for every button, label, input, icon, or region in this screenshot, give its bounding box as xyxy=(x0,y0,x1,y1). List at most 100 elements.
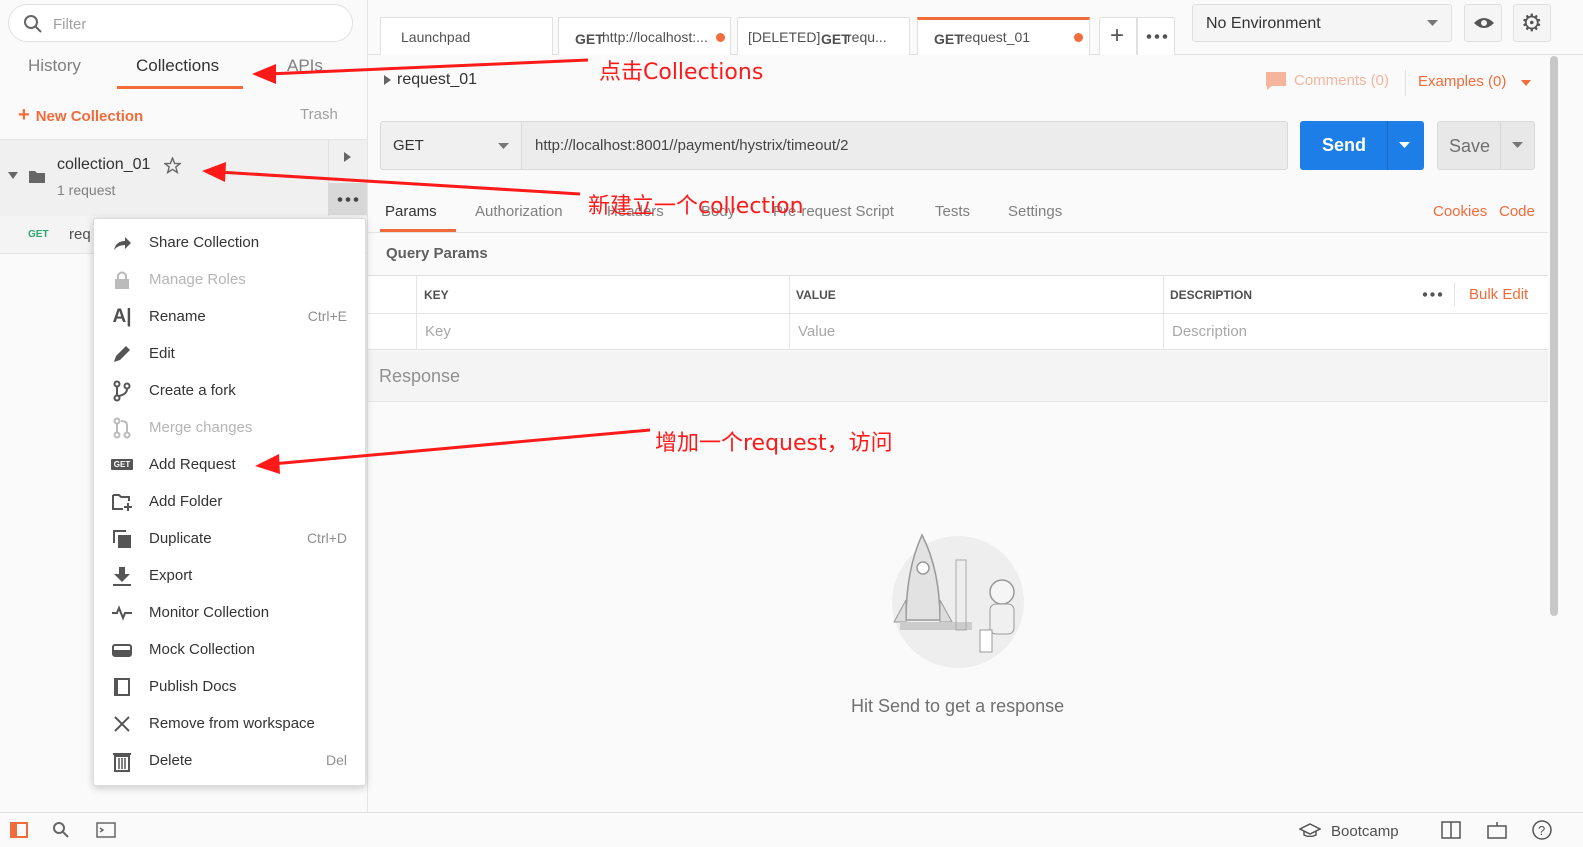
menu-item-label: Remove from workspace xyxy=(149,715,315,732)
svg-text:?: ? xyxy=(1538,823,1545,838)
code-link[interactable]: Code xyxy=(1499,203,1535,220)
tab-apis[interactable]: APIs xyxy=(287,56,323,76)
environment-select[interactable]: No Environment xyxy=(1192,4,1452,42)
active-subtab-indicator xyxy=(380,229,456,232)
help-icon[interactable]: ? xyxy=(1532,820,1552,840)
plus-icon: + xyxy=(1110,22,1125,49)
star-icon[interactable] xyxy=(164,157,181,174)
more-icon xyxy=(337,197,359,202)
menu-item-label: Publish Docs xyxy=(149,678,237,695)
rename-icon: A| xyxy=(112,306,132,327)
menu-item-remove-from-workspace[interactable]: Remove from workspace xyxy=(94,705,365,742)
chevron-down-icon[interactable] xyxy=(1399,142,1410,149)
bulk-edit-link[interactable]: Bulk Edit xyxy=(1469,286,1528,303)
collection-item[interactable]: collection_01 1 request xyxy=(0,140,367,216)
plus-icon: + xyxy=(18,104,30,126)
menu-item-edit[interactable]: Edit xyxy=(94,335,365,372)
menu-item-duplicate[interactable]: Duplicate Ctrl+D xyxy=(94,520,365,557)
tab-options-button[interactable] xyxy=(1137,17,1175,55)
tab-request-localhost[interactable]: GET http://localhost:... xyxy=(558,17,731,55)
keyboard-icon[interactable] xyxy=(1487,821,1507,839)
menu-item-shortcut: Ctrl+D xyxy=(306,530,347,546)
menu-item-add-request[interactable]: GET Add Request xyxy=(94,446,365,483)
tab-label: [DELETED] xyxy=(748,29,821,45)
chevron-down-icon[interactable] xyxy=(1512,142,1523,149)
graduation-cap-icon xyxy=(1299,823,1321,837)
collection-context-menu: Share Collection Manage Roles A| Rename … xyxy=(93,218,366,786)
method-select[interactable]: GET xyxy=(380,121,522,170)
divider xyxy=(1405,70,1406,96)
tab-request-01[interactable]: GET request_01 xyxy=(917,17,1090,55)
menu-item-export[interactable]: Export xyxy=(94,557,365,594)
menu-item-delete[interactable]: Delete Del xyxy=(94,742,365,779)
subtab-tests[interactable]: Tests xyxy=(935,203,970,220)
menu-item-label: Share Collection xyxy=(149,234,260,251)
environment-label: No Environment xyxy=(1206,15,1321,32)
save-button[interactable]: Save xyxy=(1437,121,1535,170)
value-input[interactable]: Value xyxy=(798,323,835,340)
menu-item-create-fork[interactable]: Create a fork xyxy=(94,372,365,409)
search-icon[interactable] xyxy=(52,821,70,839)
cookies-link[interactable]: Cookies xyxy=(1433,203,1487,220)
description-input[interactable]: Description xyxy=(1172,323,1247,340)
environment-settings-button[interactable]: ⚙ xyxy=(1513,4,1551,42)
annotation-add-request: 增加一个request，访问 xyxy=(655,431,893,456)
menu-item-publish-docs[interactable]: Publish Docs xyxy=(94,668,365,705)
menu-item-label: Add Request xyxy=(149,456,236,473)
request-title[interactable]: request_01 xyxy=(384,71,477,89)
comments-button[interactable]: Comments (0) xyxy=(1266,72,1389,91)
new-collection-button[interactable]: + New Collection xyxy=(18,104,143,127)
menu-item-share-collection[interactable]: Share Collection xyxy=(94,224,365,261)
send-button[interactable]: Send xyxy=(1300,121,1424,170)
get-icon: GET xyxy=(111,459,133,470)
menu-item-manage-roles[interactable]: Manage Roles xyxy=(94,261,365,298)
environment-quick-look-button[interactable] xyxy=(1464,4,1502,42)
lock-icon xyxy=(115,271,129,289)
menu-item-label: Manage Roles xyxy=(149,271,246,288)
tab-collections[interactable]: Collections xyxy=(136,56,219,76)
collection-more-button[interactable] xyxy=(328,183,367,215)
status-bar: Bootcamp ? xyxy=(0,812,1583,847)
console-icon[interactable] xyxy=(96,822,116,838)
url-value: http://localhost:8001//payment/hystrix/t… xyxy=(535,137,849,154)
tab-label-suffix: requ... xyxy=(847,29,887,45)
new-tab-button[interactable]: + xyxy=(1099,17,1137,55)
tab-request-deleted[interactable]: [DELETED] GET requ... xyxy=(737,17,910,55)
postman-app: Filter History Collections APIs + New Col… xyxy=(0,0,1583,847)
bootcamp-button[interactable]: Bootcamp xyxy=(1331,823,1399,840)
scrollbar[interactable] xyxy=(1550,56,1558,616)
divider xyxy=(1454,282,1455,306)
subtab-authorization[interactable]: Authorization xyxy=(475,203,563,220)
menu-item-merge-changes[interactable]: Merge changes xyxy=(94,409,365,446)
menu-item-rename[interactable]: A| Rename Ctrl+E xyxy=(94,298,365,335)
menu-item-add-folder[interactable]: Add Folder xyxy=(94,483,365,520)
search-input[interactable]: Filter xyxy=(8,4,353,42)
unsaved-dot xyxy=(716,33,725,42)
more-icon[interactable] xyxy=(1422,292,1443,297)
new-collection-label: New Collection xyxy=(35,108,144,125)
response-title: Response xyxy=(379,366,461,386)
tab-history[interactable]: History xyxy=(28,56,81,76)
key-input[interactable]: Key xyxy=(425,323,451,340)
caret-down-icon xyxy=(8,172,18,179)
menu-item-monitor-collection[interactable]: Monitor Collection xyxy=(94,594,365,631)
subtab-settings[interactable]: Settings xyxy=(1008,203,1062,220)
subtab-params[interactable]: Params xyxy=(385,203,437,220)
menu-item-mock-collection[interactable]: Mock Collection xyxy=(94,631,365,668)
examples-dropdown[interactable]: Examples (0) xyxy=(1418,73,1531,90)
method-badge: GET xyxy=(934,31,963,47)
chevron-down-icon xyxy=(1427,20,1438,26)
trash-link[interactable]: Trash xyxy=(300,106,338,123)
sidebar-toggle-icon[interactable] xyxy=(10,822,28,838)
query-params-title: Query Params xyxy=(386,245,488,262)
url-input[interactable]: http://localhost:8001//payment/hystrix/t… xyxy=(521,121,1288,170)
gear-icon: ⚙ xyxy=(1521,10,1543,37)
response-header[interactable]: Response xyxy=(368,351,1548,402)
send-label: Send xyxy=(1322,135,1367,155)
annotation-new-collection: 新建立一个collection xyxy=(588,194,804,219)
tab-launchpad[interactable]: Launchpad xyxy=(380,17,553,55)
save-label: Save xyxy=(1449,136,1491,156)
divider xyxy=(1500,122,1501,169)
request-name: req xyxy=(69,226,91,243)
two-pane-icon[interactable] xyxy=(1441,821,1461,839)
